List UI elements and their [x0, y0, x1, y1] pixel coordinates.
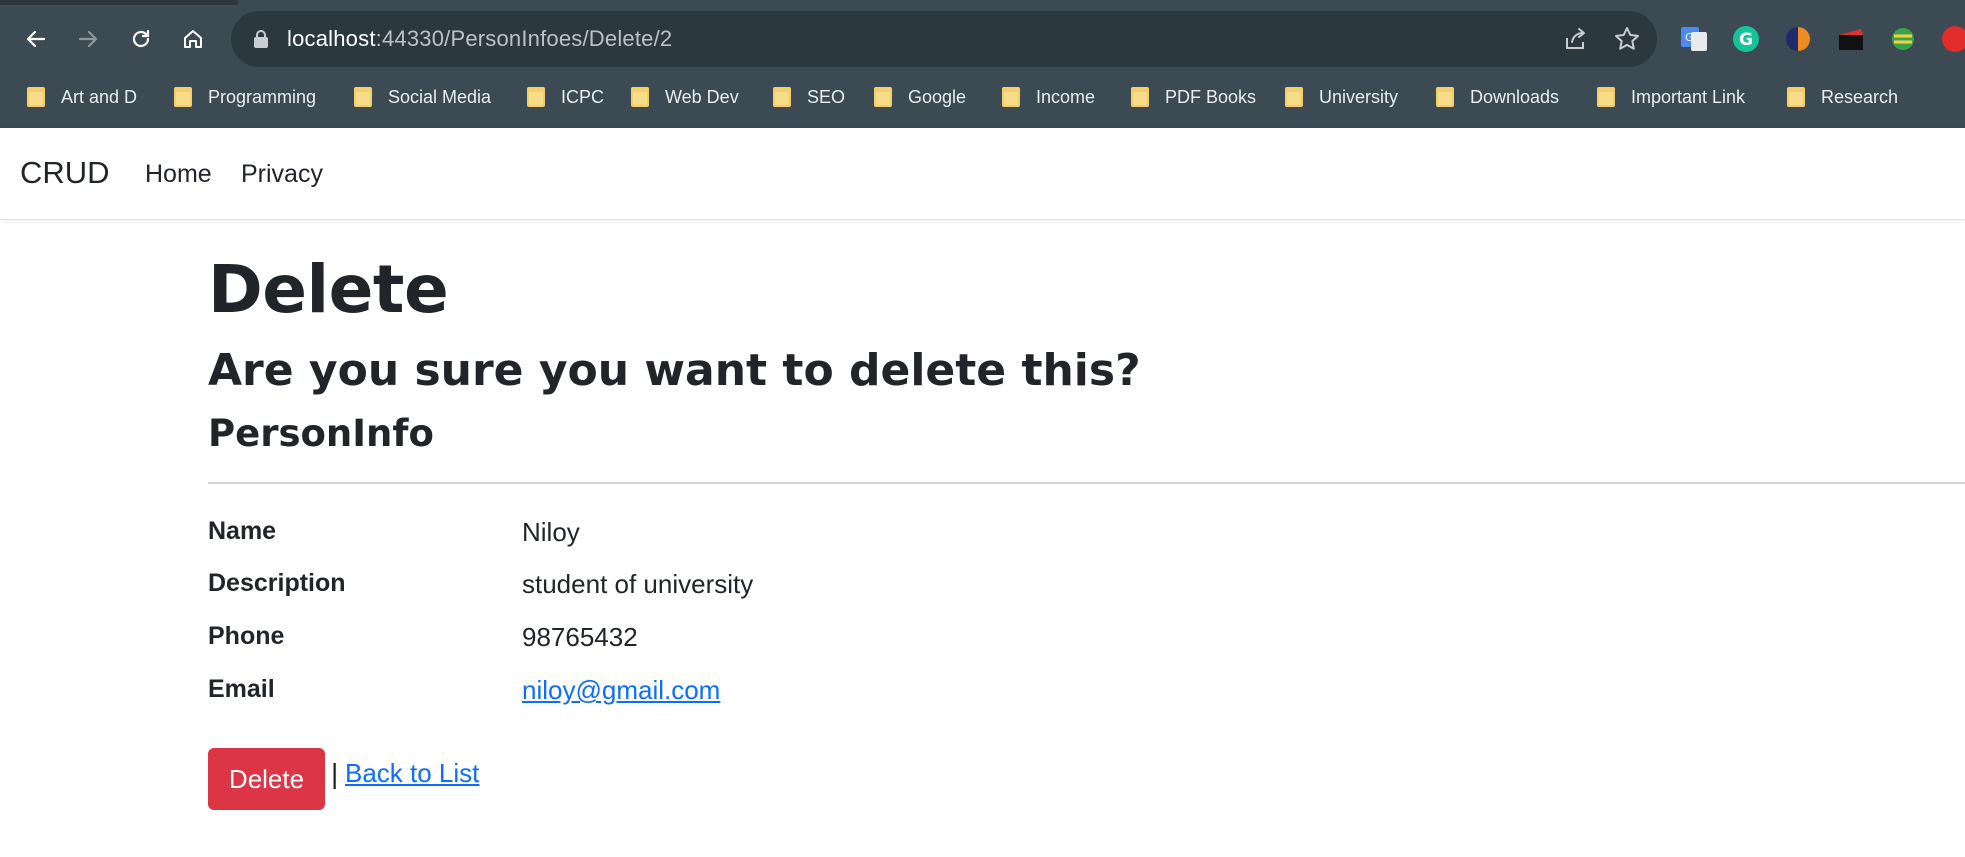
bookmark-label: Google — [908, 86, 967, 107]
field-label: Email — [208, 675, 275, 703]
bookmark-seo[interactable]: SEO — [773, 80, 845, 114]
field-value: 98765432 — [522, 622, 638, 652]
star-icon[interactable] — [1613, 25, 1641, 53]
detail-row-description: Description student of university — [208, 569, 1208, 609]
folder-icon — [874, 87, 892, 107]
bookmark-label: Web Dev — [665, 86, 739, 107]
bookmark-downloads[interactable]: Downloads — [1436, 80, 1559, 114]
share-icon[interactable] — [1561, 25, 1589, 53]
url-host: localhost — [287, 26, 376, 51]
bookmark-label: Social Media — [388, 86, 492, 107]
bookmark-google[interactable]: Google — [874, 80, 966, 114]
field-label: Phone — [208, 622, 285, 650]
svg-text:G: G — [1685, 31, 1694, 44]
folder-icon — [631, 87, 649, 107]
arrow-right-icon — [78, 30, 98, 48]
folder-icon — [27, 87, 45, 107]
forward-button[interactable] — [70, 21, 106, 57]
bookmark-art-and-d[interactable]: Art and D — [27, 80, 137, 114]
bookmark-programming[interactable]: Programming — [174, 80, 316, 114]
folder-icon — [773, 87, 791, 107]
delete-button[interactable]: Delete — [208, 748, 325, 810]
lock-icon — [254, 30, 268, 48]
folder-icon — [527, 87, 545, 107]
folder-icon — [1436, 87, 1454, 107]
entity-heading: PersonInfo — [208, 412, 434, 455]
detail-row-phone: Phone 98765432 — [208, 622, 1208, 662]
bookmark-label: Programming — [208, 86, 317, 107]
adblock-icon[interactable] — [1940, 24, 1965, 54]
nav-link-home[interactable]: Home — [145, 160, 212, 189]
bookmark-label: PDF Books — [1165, 86, 1257, 107]
bookmark-label: Important Link — [1631, 86, 1746, 107]
bookmark-label: Research — [1821, 86, 1899, 107]
page-title: Delete — [208, 251, 449, 328]
bookmark-income[interactable]: Income — [1002, 80, 1095, 114]
active-tab-edge — [238, 0, 1965, 5]
bookmark-important-link[interactable]: Important Link — [1597, 80, 1745, 114]
svg-text:G: G — [1739, 30, 1753, 50]
folder-icon — [354, 87, 372, 107]
extension-clapper-icon[interactable] — [1836, 24, 1866, 54]
bookmark-label: ICPC — [561, 86, 605, 107]
detail-row-email: Email niloy@gmail.com — [208, 675, 1208, 715]
extension-orb-icon[interactable] — [1783, 24, 1813, 54]
field-label: Description — [208, 569, 346, 597]
reload-icon — [132, 29, 150, 48]
bookmark-university[interactable]: University — [1285, 80, 1398, 114]
field-value-email: niloy@gmail.com — [522, 675, 720, 706]
home-icon — [184, 30, 202, 48]
bookmark-label: University — [1319, 86, 1399, 107]
bookmark-label: Art and D — [61, 86, 138, 107]
folder-icon — [1597, 87, 1615, 107]
bookmark-research[interactable]: Research — [1787, 80, 1898, 114]
bookmark-web-dev[interactable]: Web Dev — [631, 80, 739, 114]
site-navbar: CRUD Home Privacy — [0, 128, 1965, 220]
extension-globe-icon[interactable] — [1888, 24, 1918, 54]
folder-icon — [1285, 87, 1303, 107]
address-bar[interactable]: localhost:44330/PersonInfoes/Delete/2 — [231, 11, 1657, 67]
folder-icon — [174, 87, 192, 107]
bookmark-pdf-books[interactable]: PDF Books — [1131, 80, 1256, 114]
reload-button[interactable] — [123, 21, 159, 57]
bookmark-icpc[interactable]: ICPC — [527, 80, 604, 114]
nav-link-privacy[interactable]: Privacy — [241, 160, 323, 189]
back-to-list-link[interactable]: Back to List — [345, 758, 479, 789]
back-button[interactable] — [18, 21, 54, 57]
divider — [208, 482, 1965, 484]
browser-chrome: localhost:44330/PersonInfoes/Delete/2 G … — [0, 0, 1965, 128]
url-text[interactable]: localhost:44330/PersonInfoes/Delete/2 — [287, 25, 672, 53]
field-label: Name — [208, 517, 277, 545]
google-translate-icon[interactable]: G — [1679, 24, 1709, 54]
bookmark-label: Income — [1036, 86, 1096, 107]
detail-row-name: Name Niloy — [208, 517, 1208, 557]
bookmark-label: Downloads — [1470, 86, 1560, 107]
grammarly-icon[interactable]: G — [1731, 24, 1761, 54]
url-path: :44330/PersonInfoes/Delete/2 — [375, 26, 673, 51]
field-value: student of university — [522, 569, 754, 599]
arrow-left-icon — [26, 30, 46, 48]
home-button[interactable] — [175, 21, 211, 57]
delete-confirmation-text: Are you sure you want to delete this? — [208, 345, 1141, 396]
bookmark-label: SEO — [807, 86, 846, 107]
separator: | — [331, 758, 339, 789]
folder-icon — [1787, 87, 1805, 107]
brand-link[interactable]: CRUD — [20, 155, 110, 191]
tab-strip — [0, 0, 1965, 5]
field-value: Niloy — [522, 517, 580, 547]
folder-icon — [1002, 87, 1020, 107]
email-link[interactable]: niloy@gmail.com — [522, 675, 720, 705]
folder-icon — [1131, 87, 1149, 107]
bookmarks-bar: Art and D Programming Social Media ICPC … — [0, 80, 1965, 114]
bookmark-social-media[interactable]: Social Media — [354, 80, 491, 114]
